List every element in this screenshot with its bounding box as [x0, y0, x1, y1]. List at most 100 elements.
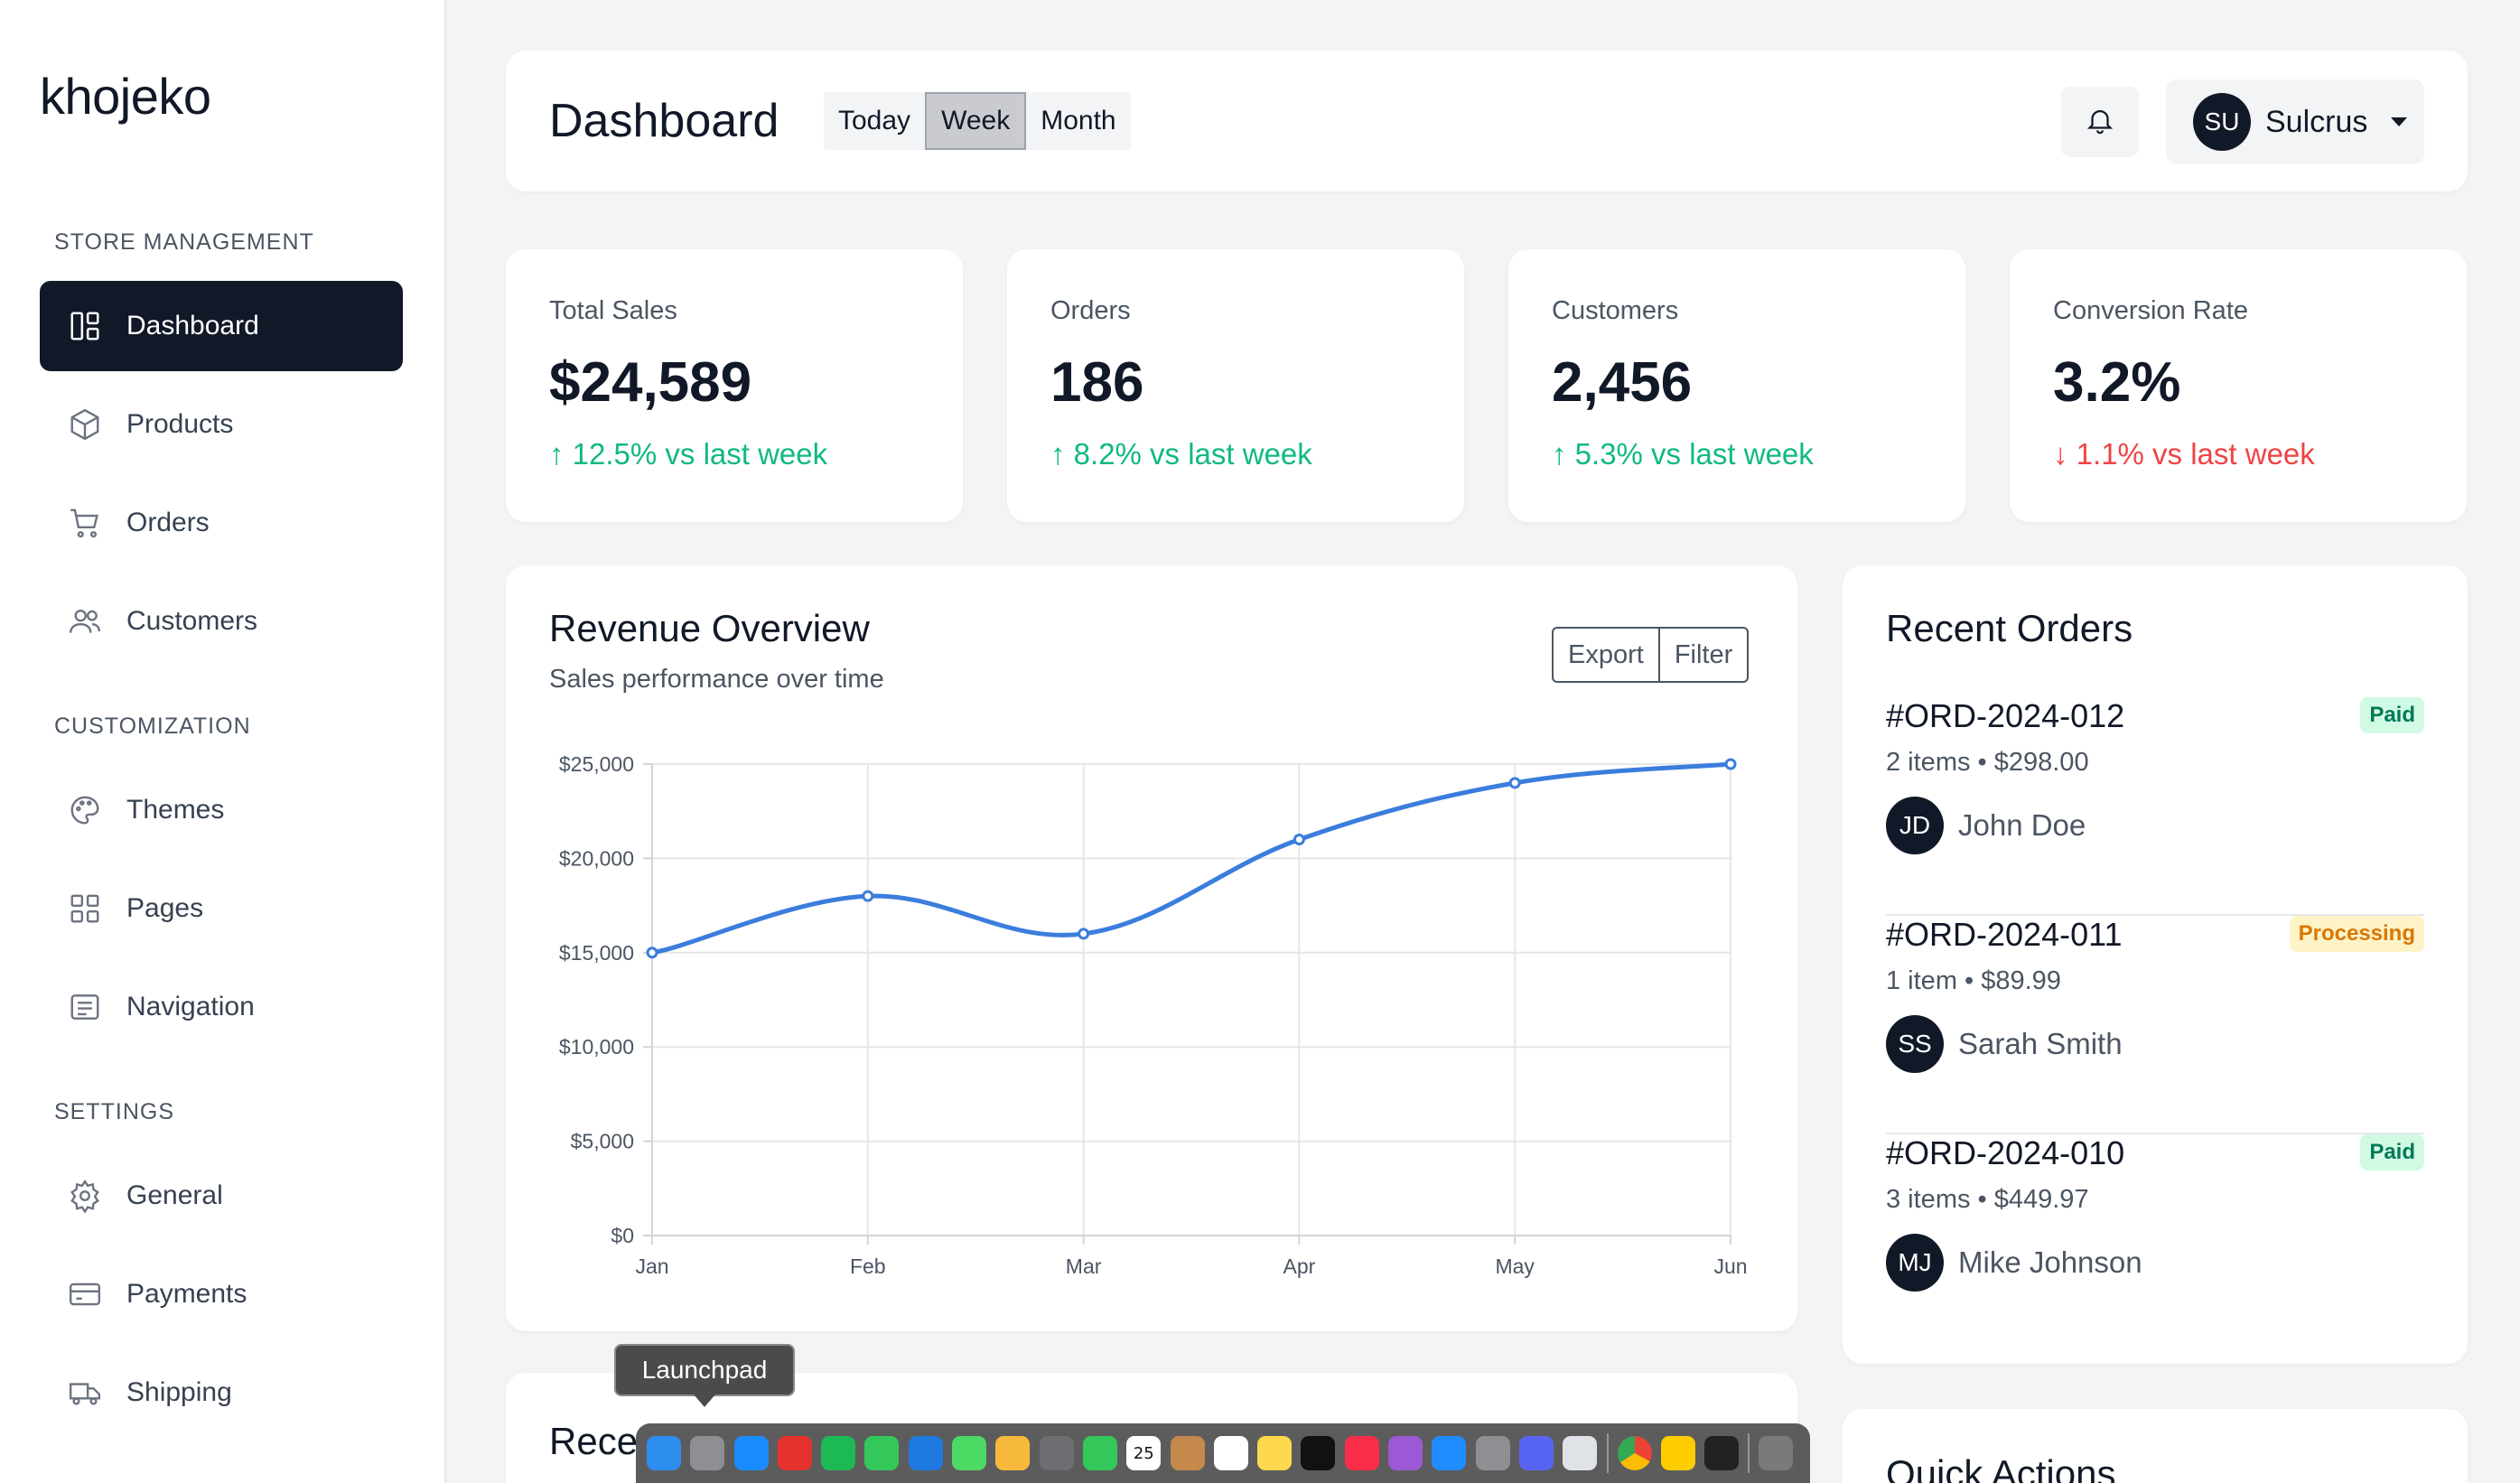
- order-id: #ORD-2024-011: [1886, 916, 2123, 953]
- order-id: #ORD-2024-010: [1886, 1134, 2125, 1171]
- order-meta: 2 items • $298.00: [1886, 748, 2089, 777]
- bell-icon: [2085, 105, 2115, 140]
- dock-tableplus-icon[interactable]: [1660, 1436, 1695, 1470]
- dock-editor-icon[interactable]: [1704, 1436, 1740, 1470]
- app-logo[interactable]: khojeko: [40, 67, 211, 126]
- user-menu-button[interactable]: SU Sulcrus: [2166, 79, 2424, 164]
- sidebar-item-shipping[interactable]: Shipping: [40, 1348, 403, 1438]
- dock-mail-icon[interactable]: [908, 1436, 943, 1470]
- dock-settings-icon[interactable]: [1475, 1436, 1510, 1470]
- dock-tooltip: Launchpad: [614, 1344, 795, 1396]
- dock-music-icon[interactable]: [1344, 1436, 1379, 1470]
- sidebar-item-dashboard[interactable]: Dashboard: [40, 281, 403, 371]
- sidebar-item-customers[interactable]: Customers: [40, 576, 403, 667]
- y-tick-label: $0: [611, 1224, 634, 1247]
- range-week-button[interactable]: Week: [925, 92, 1027, 150]
- dock-trash-icon[interactable]: [1759, 1436, 1794, 1470]
- order-item[interactable]: #ORD-2024-010 3 items • $449.97 Paid MJ …: [1886, 1134, 2424, 1353]
- grid-icon: [67, 891, 103, 927]
- cart-icon: [67, 505, 103, 541]
- x-tick-label: Jan: [635, 1254, 668, 1278]
- data-point: [862, 890, 874, 902]
- range-today-button[interactable]: Today: [824, 92, 925, 150]
- section-label-customization: CUSTOMIZATION: [54, 714, 251, 739]
- order-id: #ORD-2024-012: [1886, 697, 2125, 734]
- stat-value: 186: [1050, 351, 1144, 414]
- stat-delta: ↑ 12.5% vs last week: [549, 437, 828, 471]
- data-point: [1078, 928, 1090, 940]
- tooltip-tail: [694, 1394, 715, 1407]
- status-badge: Processing: [2289, 916, 2424, 952]
- section-title: Rece: [549, 1420, 639, 1462]
- order-item[interactable]: #ORD-2024-011 1 item • $89.99 Processing…: [1886, 916, 2424, 1134]
- section-label-store-management: STORE MANAGEMENT: [54, 229, 314, 255]
- order-meta: 1 item • $89.99: [1886, 966, 2061, 995]
- order-customer: MJ Mike Johnson: [1886, 1234, 2142, 1292]
- sidebar-item-navigation[interactable]: Navigation: [40, 962, 403, 1052]
- sidebar-item-label: Shipping: [126, 1377, 232, 1407]
- stat-value: 3.2%: [2053, 351, 2181, 414]
- dock-photos-icon[interactable]: [995, 1436, 1031, 1470]
- avatar: JD: [1886, 797, 1944, 854]
- list-icon: [67, 989, 103, 1025]
- dock-podcasts-icon[interactable]: [1388, 1436, 1423, 1470]
- avatar: SU: [2193, 93, 2251, 151]
- dock-notes-app-icon[interactable]: [1170, 1436, 1205, 1470]
- page-title: Dashboard: [549, 95, 779, 147]
- dock-maps-icon[interactable]: [952, 1436, 987, 1470]
- notifications-button[interactable]: [2061, 87, 2139, 157]
- data-point: [1724, 758, 1737, 770]
- stat-label: Total Sales: [549, 296, 677, 325]
- dock-spotify-icon[interactable]: [821, 1436, 856, 1470]
- dock-finder-icon[interactable]: [647, 1436, 681, 1470]
- sidebar-item-payments[interactable]: Payments: [40, 1249, 403, 1339]
- stat-delta: ↑ 5.3% vs last week: [1552, 437, 1814, 471]
- layout-icon: [67, 308, 103, 344]
- users-icon: [67, 603, 103, 639]
- dock-calendar-icon[interactable]: 25: [1126, 1436, 1162, 1470]
- stat-value: 2,456: [1552, 351, 1693, 414]
- sidebar-item-themes[interactable]: Themes: [40, 765, 403, 855]
- dock-tv-icon[interactable]: [1301, 1436, 1336, 1470]
- sidebar-item-label: General: [126, 1180, 223, 1210]
- macos-dock: 25: [636, 1423, 1810, 1483]
- quick-actions-card: Quick Actions: [1843, 1409, 2468, 1483]
- credit-card-icon: [67, 1276, 103, 1312]
- y-tick-label: $15,000: [559, 941, 634, 965]
- range-month-button[interactable]: Month: [1026, 92, 1130, 150]
- dock-launchpad-icon[interactable]: [690, 1436, 725, 1470]
- dock-appstore-icon[interactable]: [1432, 1436, 1467, 1470]
- header-bar: Dashboard Today Week Month SU Sulcrus: [506, 51, 2468, 191]
- dock-facetime-icon[interactable]: [1082, 1436, 1117, 1470]
- dock-screenshot-icon[interactable]: [1039, 1436, 1074, 1470]
- stat-value: $24,589: [549, 351, 752, 414]
- dock-safari-icon[interactable]: [733, 1436, 769, 1470]
- truck-icon: [67, 1375, 103, 1411]
- stat-card-total-sales: Total Sales $24,589 ↑ 12.5% vs last week: [506, 249, 963, 522]
- stat-label: Orders: [1050, 296, 1131, 325]
- order-customer: JD John Doe: [1886, 797, 2086, 854]
- order-item[interactable]: #ORD-2024-012 2 items • $298.00 Paid JD …: [1886, 697, 2424, 916]
- sidebar-item-label: Products: [126, 409, 234, 439]
- dock-notes-icon[interactable]: [1257, 1436, 1293, 1470]
- dock-opera-icon[interactable]: [777, 1436, 812, 1470]
- data-point: [646, 947, 658, 959]
- x-tick-label: Apr: [1283, 1254, 1316, 1278]
- dock-chrome-icon[interactable]: [1617, 1436, 1652, 1470]
- sidebar-item-general[interactable]: General: [40, 1151, 403, 1241]
- sidebar-item-products[interactable]: Products: [40, 379, 403, 470]
- stat-card-orders: Orders 186 ↑ 8.2% vs last week: [1007, 249, 1464, 522]
- sidebar-item-orders[interactable]: Orders: [40, 478, 403, 568]
- stat-delta: ↓ 1.1% vs last week: [2053, 437, 2315, 471]
- dock-reminders-icon[interactable]: [1213, 1436, 1248, 1470]
- dock-discord-icon[interactable]: [1518, 1436, 1554, 1470]
- dock-messages-icon[interactable]: [864, 1436, 900, 1470]
- dock-roblox-icon[interactable]: [1563, 1436, 1598, 1470]
- recent-orders-title: Recent Orders: [1886, 607, 2133, 649]
- status-badge: Paid: [2360, 697, 2424, 733]
- sidebar-item-label: Orders: [126, 508, 210, 537]
- sidebar-item-pages[interactable]: Pages: [40, 863, 403, 954]
- stat-card-customers: Customers 2,456 ↑ 5.3% vs last week: [1508, 249, 1965, 522]
- gear-icon: [67, 1178, 103, 1214]
- sidebar-item-label: Pages: [126, 893, 204, 923]
